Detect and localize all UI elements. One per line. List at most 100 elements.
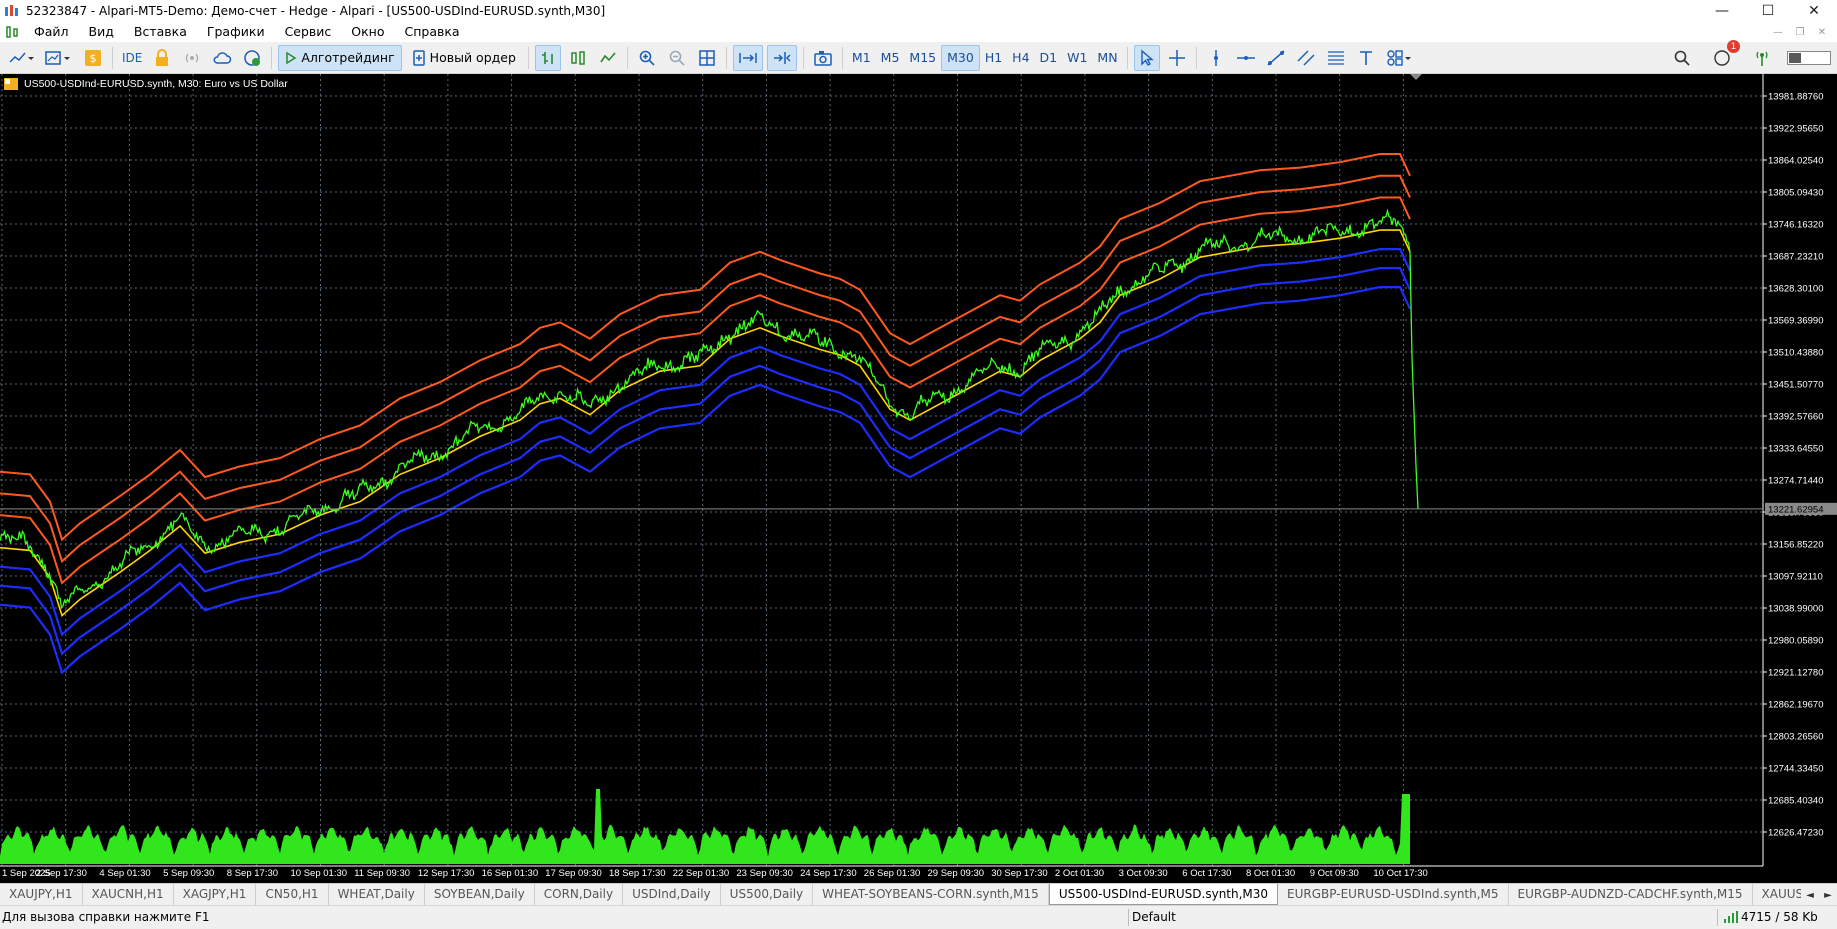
crosshair-button[interactable] <box>1164 45 1190 71</box>
price-chart[interactable]: 13981.88760 13922.95650 13864.02540 13805.0… <box>0 74 1837 883</box>
tab-scroll-right-icon[interactable]: ► <box>1819 890 1837 901</box>
timeframe-button-m15[interactable]: M15 <box>904 45 941 71</box>
time-axis-label: 24 Sep 17:30 <box>800 868 857 879</box>
minimize-button[interactable]: — <box>1699 0 1745 22</box>
chart-tab[interactable]: WHEAT-SOYBEANS-CORN.synth,M15 <box>813 884 1049 905</box>
text-tool-button[interactable] <box>1353 45 1379 71</box>
mdi-minimize-icon[interactable]: — <box>1769 27 1787 38</box>
candlestick-button[interactable] <box>565 45 591 71</box>
zoom-out-button[interactable] <box>664 45 690 71</box>
close-button[interactable]: ✕ <box>1791 0 1837 22</box>
maximize-button[interactable]: ☐ <box>1745 0 1791 22</box>
chart-tab[interactable]: XAUCNH,H1 <box>83 884 174 905</box>
channel-button[interactable] <box>1293 45 1319 71</box>
time-axis-label: 10 Sep 01:30 <box>291 868 348 879</box>
algotrading-button[interactable]: Алготрейдинг <box>278 45 401 71</box>
cursor-tool-button[interactable] <box>1134 45 1160 71</box>
time-axis-label: 10 Oct 17:30 <box>1373 868 1427 879</box>
chart-tab[interactable]: SOYBEAN,Daily <box>425 884 535 905</box>
timeframe-button-d1[interactable]: D1 <box>1035 45 1063 71</box>
time-axis-label: 4 Sep 01:30 <box>99 868 150 879</box>
shapes-button[interactable] <box>1383 45 1415 71</box>
price-line <box>0 211 1418 608</box>
chart-shift-button[interactable] <box>767 45 797 71</box>
window-title: 52323847 - Alpari-MT5-Demo: Демо-счет - … <box>26 4 605 18</box>
chart-tab[interactable]: WHEAT,Daily <box>329 884 425 905</box>
menu-item[interactable]: Графики <box>197 22 275 42</box>
timeframe-button-h1[interactable]: H1 <box>980 45 1007 71</box>
menu-item[interactable]: Вставка <box>124 22 197 42</box>
trend-line-button[interactable] <box>1263 45 1289 71</box>
algotrading-label: Алготрейдинг <box>301 50 394 65</box>
new-order-label: Новый ордер <box>430 50 516 65</box>
vps-button[interactable] <box>209 45 235 71</box>
menu-item[interactable]: Справка <box>395 22 470 42</box>
chart-tab[interactable]: CORN,Daily <box>535 884 623 905</box>
new-order-icon <box>412 50 426 66</box>
chart-tab[interactable]: XAUJPY,H1 <box>0 884 83 905</box>
tab-scroll-left-icon[interactable]: ◄ <box>1801 890 1819 901</box>
profiles-button[interactable] <box>42 45 76 71</box>
chart-tab[interactable]: CN50,H1 <box>256 884 328 905</box>
antenna-icon <box>1754 49 1770 67</box>
bar-chart-button[interactable] <box>535 45 561 71</box>
new-order-button[interactable]: Новый ордер <box>406 45 522 71</box>
chart-tab[interactable]: US500-USDInd-EURUSD.synth,M30 <box>1049 884 1278 905</box>
chart-tab[interactable]: EURGBP-AUDNZD-CADCHF.synth,M15 <box>1509 884 1753 905</box>
time-axis-label: 18 Sep 17:30 <box>609 868 666 879</box>
profile-name[interactable]: Default <box>1132 910 1176 924</box>
title-bar: 52323847 - Alpari-MT5-Demo: Демо-счет - … <box>0 0 1837 22</box>
horizontal-line-icon <box>1236 49 1256 67</box>
ide-button[interactable]: IDE <box>119 45 145 71</box>
candlestick-icon <box>569 49 587 67</box>
services-button[interactable] <box>239 45 265 71</box>
price-axis-label: 13333.64550 <box>1768 444 1823 455</box>
timeframe-button-m30[interactable]: M30 <box>941 45 980 71</box>
search-button[interactable] <box>1669 45 1695 71</box>
time-axis-label: 23 Sep 09:30 <box>736 868 793 879</box>
chart-tabs: XAUJPY,H1 XAUCNH,H1 XAGJPY,H1 CN50,H1 WHEAT,… <box>0 883 1837 905</box>
line-chart-button[interactable] <box>595 45 621 71</box>
mdi-close-icon[interactable]: ✕ <box>1813 27 1831 38</box>
chart-symbol-label: US500-USDInd-EURUSD.synth, M30: Euro vs … <box>4 78 288 90</box>
chart-tab[interactable]: XAGJPY,H1 <box>174 884 257 905</box>
mdi-restore-icon[interactable]: ❐ <box>1791 27 1809 38</box>
time-axis-label: 26 Sep 01:30 <box>864 868 921 879</box>
chart-window-icon[interactable] <box>4 24 20 40</box>
chart-tab[interactable]: US500,Daily <box>721 884 813 905</box>
price-axis-label: 13156.85220 <box>1768 540 1823 551</box>
signal-strength-button[interactable] <box>1749 45 1775 71</box>
timeframe-button-m5[interactable]: M5 <box>876 45 905 71</box>
signals-button[interactable] <box>179 45 205 71</box>
menu-item[interactable]: Сервис <box>275 22 342 42</box>
toolbar-separator <box>627 47 628 69</box>
timeframe-button-h4[interactable]: H4 <box>1007 45 1034 71</box>
vertical-line-button[interactable] <box>1203 45 1229 71</box>
chart-tab[interactable]: EURGBP-EURUSD-USDInd.synth,M5 <box>1278 884 1509 905</box>
menu-item[interactable]: Вид <box>79 22 124 42</box>
chart-tab[interactable]: USDInd,Daily <box>623 884 721 905</box>
zoom-in-button[interactable] <box>634 45 660 71</box>
price-axis-label: 12980.05890 <box>1768 636 1823 647</box>
lock-button[interactable] <box>149 45 175 71</box>
crosshair-icon <box>1168 49 1186 67</box>
chart-window[interactable]: 13981.88760 13922.95650 13864.02540 13805.0… <box>0 74 1837 883</box>
auto-scroll-button[interactable] <box>733 45 763 71</box>
new-chart-button[interactable] <box>6 45 38 71</box>
price-axis-label: 13038.99000 <box>1768 604 1823 615</box>
horizontal-line-button[interactable] <box>1233 45 1259 71</box>
search-icon <box>1674 50 1690 66</box>
timeframe-button-w1[interactable]: W1 <box>1062 45 1092 71</box>
menu-item[interactable]: Файл <box>24 22 79 42</box>
notifications-button[interactable]: 1 <box>1709 45 1735 71</box>
connection-status[interactable]: 4715 / 58 Kb <box>1724 910 1818 924</box>
svg-text:$: $ <box>90 52 97 65</box>
menu-item[interactable]: Окно <box>341 22 394 42</box>
tile-windows-button[interactable] <box>694 45 720 71</box>
market-button[interactable]: $ <box>80 45 106 71</box>
screenshot-button[interactable] <box>810 45 836 71</box>
timeframe-button-mn[interactable]: MN <box>1092 45 1122 71</box>
fibonacci-button[interactable] <box>1323 45 1349 71</box>
signal-level-bar <box>1787 51 1831 65</box>
timeframe-button-m1[interactable]: M1 <box>847 45 876 71</box>
